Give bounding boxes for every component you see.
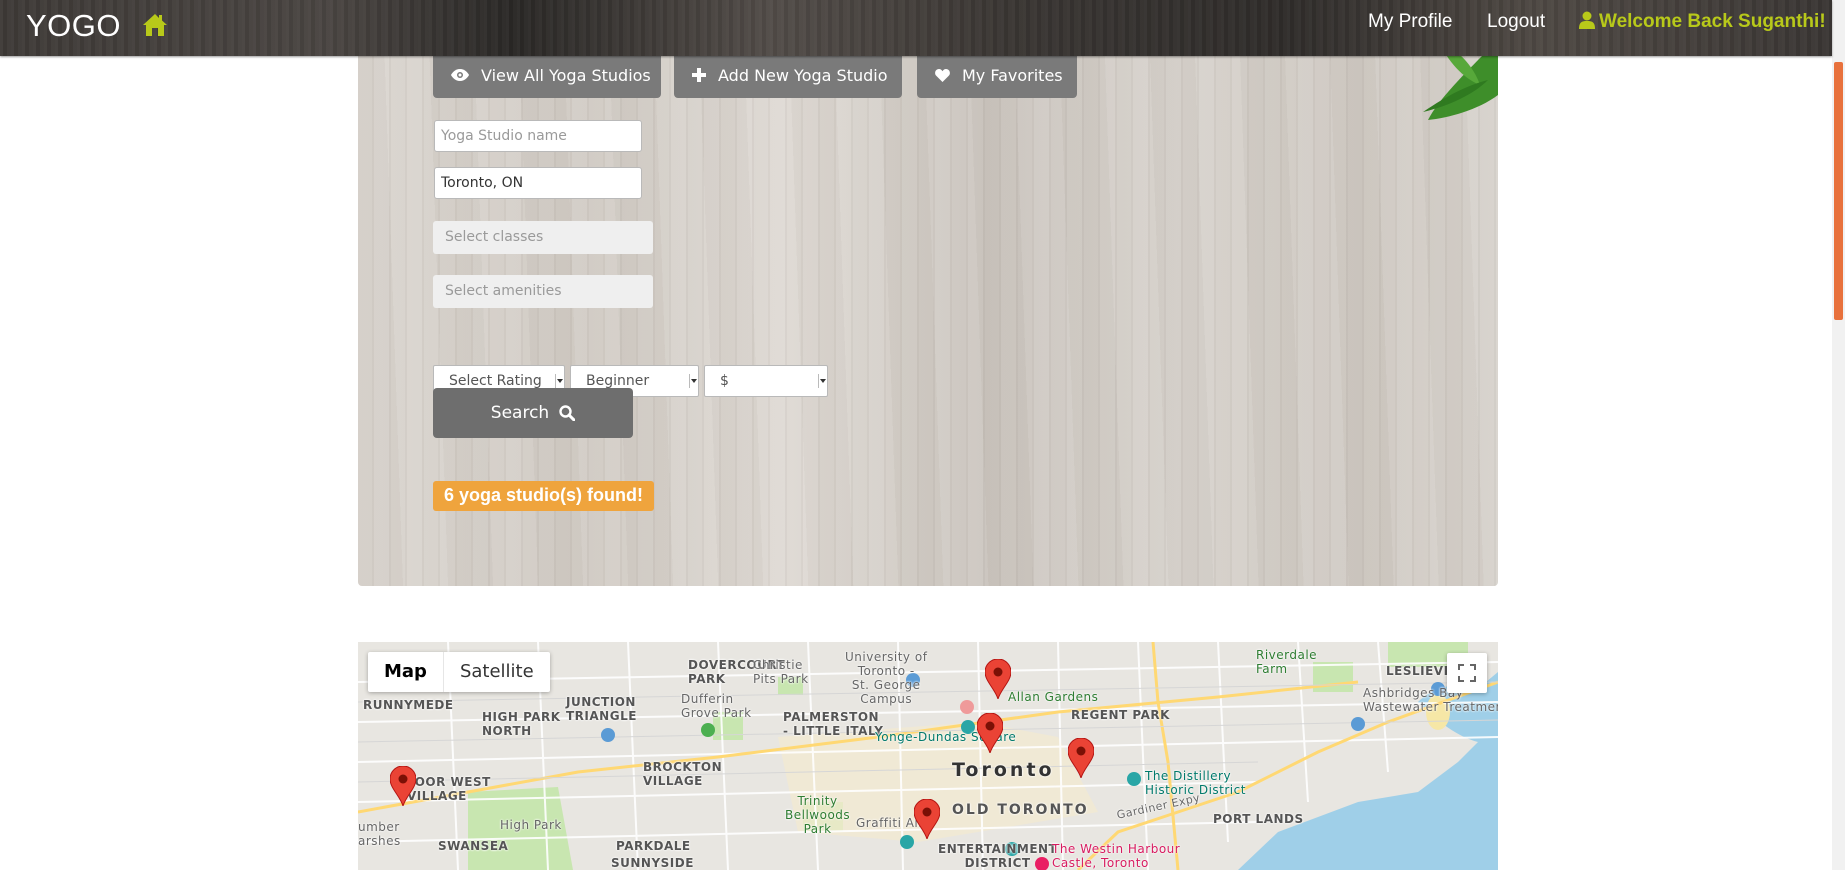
map-label-westin: The Westin Harbour Castle, Toronto — [1052, 842, 1181, 870]
map-label-entertainment: ENTERTAINMENT DISTRICT — [938, 842, 1058, 870]
map-label-swansea: SWANSEA — [438, 839, 509, 853]
studio-marker-icon[interactable] — [1068, 738, 1094, 778]
my-favorites-button[interactable]: My Favorites — [917, 52, 1077, 98]
view-all-studios-button[interactable]: View All Yoga Studios — [433, 52, 661, 98]
search-icon — [559, 405, 576, 421]
map-label-riverdale: Riverdale Farm — [1256, 648, 1318, 676]
map-label-old-toronto: OLD TORONTO — [952, 802, 1089, 818]
user-icon — [1579, 11, 1595, 29]
map-label-dufferin: Dufferin Grove Park — [681, 692, 752, 720]
amenities-multiselect[interactable]: Select amenities — [433, 275, 653, 308]
map-label-regent-park: REGENT PARK — [1071, 708, 1170, 722]
add-new-studio-button[interactable]: Add New Yoga Studio — [674, 52, 902, 98]
map-label-port-lands: PORT LANDS — [1213, 812, 1304, 826]
price-select[interactable]: $ — [704, 365, 828, 397]
chevron-down-icon — [555, 374, 563, 388]
view-all-label: View All Yoga Studios — [481, 65, 651, 85]
map-label-junction: JUNCTION TRIANGLE — [566, 695, 637, 723]
search-button-label: Search — [490, 403, 550, 423]
studio-name-input[interactable] — [434, 120, 642, 152]
welcome-message[interactable]: Welcome Back Suganthi! — [1579, 11, 1826, 33]
studios-map[interactable]: DOVERCOURT PARK Christie Pits Park Unive… — [358, 642, 1498, 870]
scrollbar-thumb[interactable] — [1834, 62, 1843, 320]
classes-multiselect[interactable]: Select classes — [433, 221, 653, 254]
results-count-badge: 6 yoga studio(s) found! — [433, 481, 654, 511]
map-label-uoft: University of Toronto - St. George Campu… — [845, 650, 928, 706]
search-button[interactable]: Search — [433, 388, 633, 438]
map-label-high-park: High Park — [500, 818, 562, 832]
rating-select-value: Select Rating — [449, 373, 542, 389]
map-label-allan-gardens: Allan Gardens — [1008, 690, 1099, 704]
eye-icon — [451, 69, 469, 81]
location-input[interactable] — [434, 167, 642, 199]
map-label-sunnyside: SUNNYSIDE — [611, 856, 694, 870]
map-label-trinity: Trinity Bellwoods Park — [785, 794, 851, 836]
chevron-down-icon — [818, 374, 826, 388]
welcome-text: Welcome Back Suganthi! — [1599, 11, 1826, 32]
brand-logo[interactable]: YOGO — [26, 8, 121, 44]
add-new-label: Add New Yoga Studio — [718, 65, 888, 85]
map-label-brockton: BROCKTON VILLAGE — [643, 760, 723, 788]
studio-marker-icon[interactable] — [390, 766, 416, 806]
map-label-palmerston: PALMERSTON - LITTLE ITALY — [783, 710, 884, 738]
map-label-parkdale: PARKDALE — [616, 839, 691, 853]
map-label-toronto: Toronto — [952, 759, 1055, 781]
logout-link[interactable]: Logout — [1487, 11, 1545, 33]
map-view-button[interactable]: Map — [368, 652, 444, 692]
map-label-high-park-north: HIGH PARK NORTH — [482, 710, 561, 738]
map-type-control: Map Satellite — [368, 652, 550, 692]
studio-marker-icon[interactable] — [985, 659, 1011, 699]
map-label-bloor-west: LOOR WEST VILLAGE — [407, 775, 491, 803]
heart-icon — [935, 68, 950, 82]
search-panel: View All Yoga Studios Add New Yoga Studi… — [358, 40, 1498, 586]
satellite-view-button[interactable]: Satellite — [444, 652, 550, 692]
level-select-value: Beginner — [586, 373, 650, 389]
favorites-label: My Favorites — [962, 65, 1063, 85]
my-profile-link[interactable]: My Profile — [1368, 11, 1452, 33]
map-label-runnymede: RUNNYMEDE — [363, 698, 454, 712]
map-label-umber: umber arshes — [358, 820, 401, 848]
fullscreen-button[interactable] — [1447, 653, 1487, 693]
plus-icon — [692, 68, 706, 82]
fullscreen-icon — [1458, 664, 1476, 682]
chevron-down-icon — [689, 374, 697, 388]
studio-marker-icon[interactable] — [977, 713, 1003, 753]
home-icon[interactable] — [142, 12, 168, 43]
price-select-value: $ — [720, 373, 729, 389]
map-label-christie: Christie Pits Park — [753, 658, 809, 686]
top-navbar: YOGO My Profile Logout Welcome Back Suga… — [0, 0, 1832, 56]
